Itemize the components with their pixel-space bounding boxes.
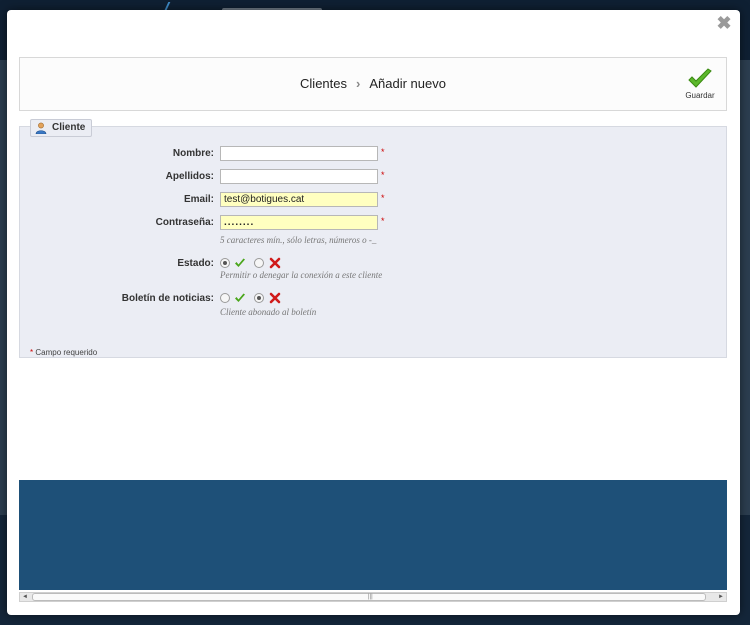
fieldset-legend: Cliente <box>30 119 93 137</box>
content-panel <box>19 480 727 590</box>
breadcrumb: Clientes › Añadir nuevo <box>20 76 726 91</box>
required-mark: * <box>381 147 385 157</box>
legend-label: Cliente <box>52 122 86 133</box>
field-row-lastname: Apellidos: * <box>20 169 728 189</box>
firstname-label: Nombre: <box>172 148 214 159</box>
scroll-right-icon[interactable]: ► <box>716 593 726 601</box>
newsletter-label: Boletín de noticias: <box>121 293 214 304</box>
newsletter-hint: Cliente abonado al boletín <box>220 307 317 317</box>
status-enabled-radio[interactable] <box>220 258 230 268</box>
breadcrumb-add-new: Añadir nuevo <box>369 76 446 91</box>
email-label: Email: <box>183 194 214 205</box>
save-button[interactable]: Guardar <box>680 68 720 104</box>
save-label: Guardar <box>685 91 715 100</box>
add-customer-dialog: ✖ Clientes › Añadir nuevo Guardar Cliente … <box>7 10 740 615</box>
close-icon[interactable]: ✖ <box>716 14 732 32</box>
required-mark: * <box>381 216 385 226</box>
required-footnote: * Campo requerido <box>30 348 97 357</box>
field-row-password: Contraseña: * <box>20 215 728 235</box>
footnote-text: Campo requerido <box>33 348 98 357</box>
customer-fieldset: Cliente Nombre: * Apellidos: * Email: * … <box>19 119 728 358</box>
checkmark-icon <box>234 292 246 304</box>
field-row-firstname: Nombre: * <box>20 146 728 166</box>
scrollbar-thumb[interactable]: ||| <box>32 593 706 601</box>
toolbar: Clientes › Añadir nuevo Guardar <box>19 57 727 111</box>
password-input[interactable] <box>220 215 378 230</box>
horizontal-scrollbar[interactable]: ◄ ||| ► <box>19 592 727 602</box>
field-row-email: Email: * <box>20 192 728 212</box>
firstname-input[interactable] <box>220 146 378 161</box>
cross-icon <box>269 257 281 269</box>
status-label: Estado: <box>177 258 214 269</box>
scroll-left-icon[interactable]: ◄ <box>20 593 30 601</box>
email-input[interactable] <box>220 192 378 207</box>
required-mark: * <box>381 170 385 180</box>
cross-icon <box>269 292 281 304</box>
password-label: Contraseña: <box>155 217 214 228</box>
newsletter-yes-radio[interactable] <box>220 293 230 303</box>
field-row-newsletter: Boletín de noticias: <box>20 292 728 312</box>
checkmark-icon <box>234 257 246 269</box>
status-hint: Permitir o denegar la conexión a este cl… <box>220 270 383 280</box>
password-hint: 5 caracteres mín., sólo letras, números … <box>220 235 377 245</box>
lastname-input[interactable] <box>220 169 378 184</box>
user-icon <box>35 122 47 134</box>
checkmark-icon <box>688 68 712 88</box>
lastname-label: Apellidos: <box>165 171 214 182</box>
breadcrumb-customers[interactable]: Clientes <box>300 76 347 91</box>
required-mark: * <box>381 193 385 203</box>
status-disabled-radio[interactable] <box>254 258 264 268</box>
grip-icon: ||| <box>368 594 373 600</box>
chevron-right-icon: › <box>356 76 361 91</box>
newsletter-no-radio[interactable] <box>254 293 264 303</box>
